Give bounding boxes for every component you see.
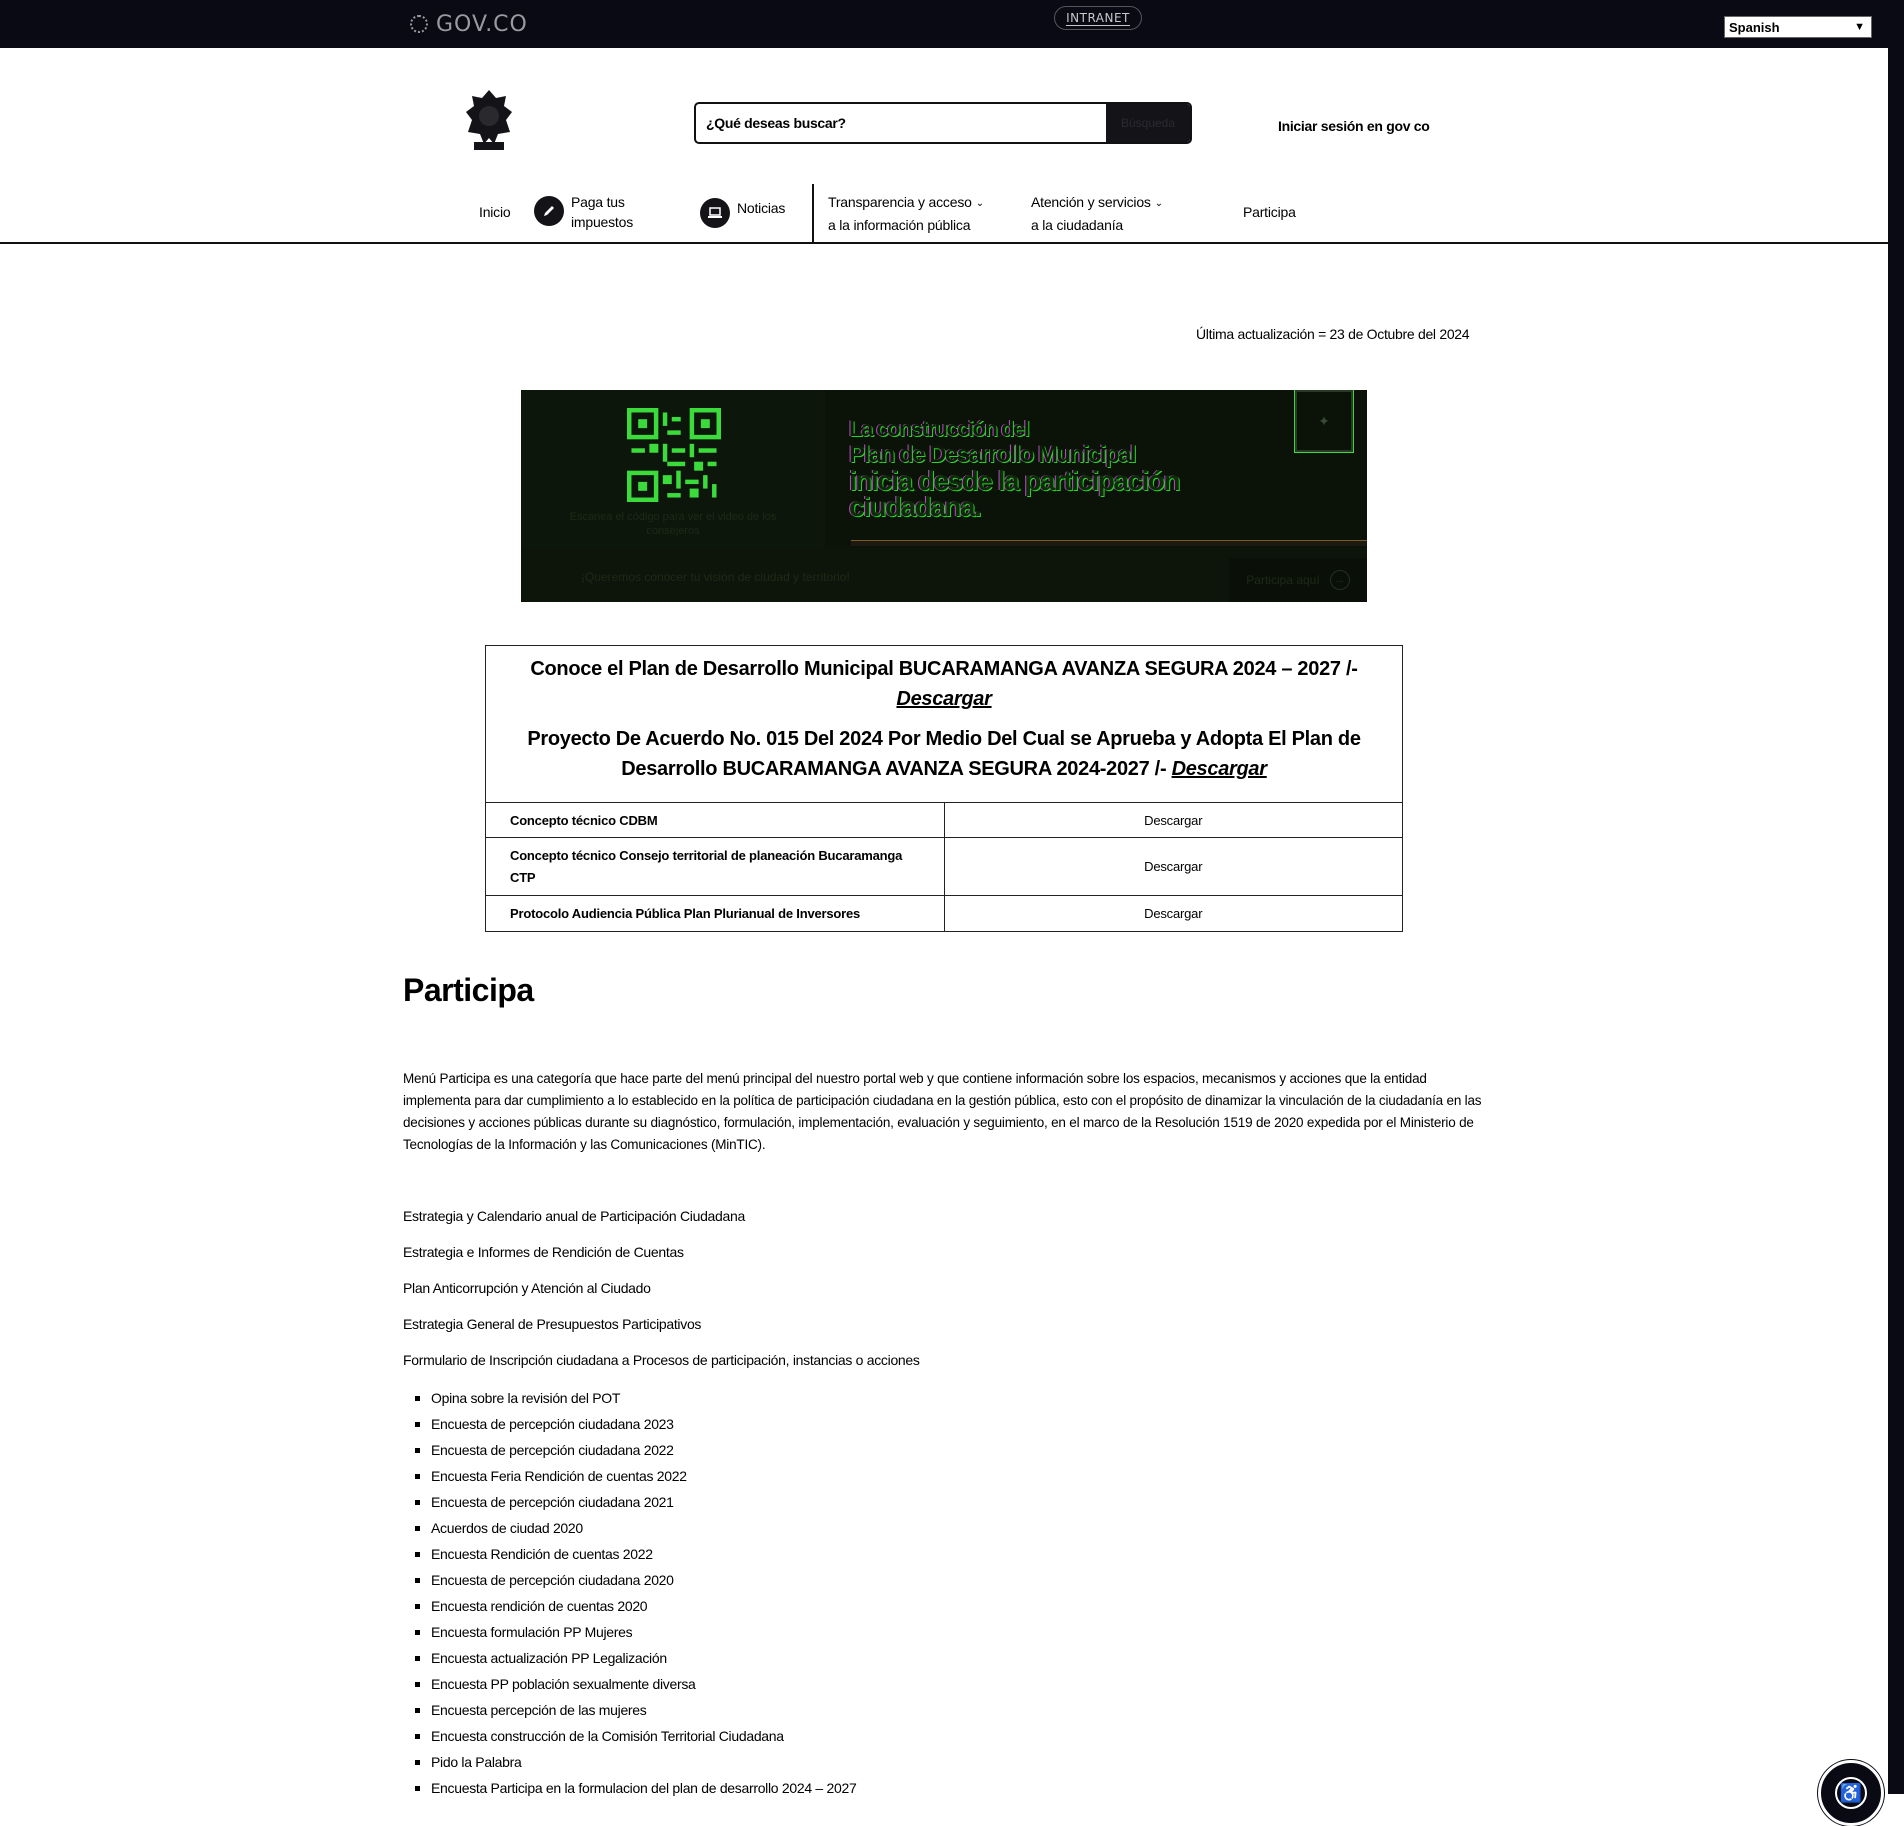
- nav-transparencia-line2: a la información pública: [828, 217, 971, 233]
- list-item[interactable]: Encuesta de percepción ciudadana 2022: [403, 1438, 856, 1464]
- participa-intro: Menú Participa es una categoría que hace…: [403, 1071, 1482, 1152]
- list-item[interactable]: Encuesta de percepción ciudadana 2020: [403, 1568, 856, 1594]
- list-item[interactable]: Encuesta actualización PP Legalización: [403, 1646, 856, 1672]
- nav-inicio[interactable]: Inicio: [479, 202, 511, 222]
- seal-icon: ✦: [1295, 390, 1353, 452]
- list-item[interactable]: Encuesta formulación PP Mujeres: [403, 1620, 856, 1646]
- list-item[interactable]: Encuesta rendición de cuentas 2020: [403, 1594, 856, 1620]
- list-item[interactable]: Opina sobre la revisión del POT: [403, 1386, 856, 1412]
- page-title: Participa: [403, 972, 534, 1008]
- plan-heading-1-text: Conoce el Plan de Desarrollo Municipal B…: [530, 658, 1358, 680]
- plan-heading-1: Conoce el Plan de Desarrollo Municipal B…: [512, 654, 1376, 714]
- language-value: Spanish: [1729, 19, 1780, 35]
- last-updated-text: Última actualización = 23 de Octubre del…: [1196, 326, 1470, 342]
- language-select[interactable]: Spanish ▼: [1724, 16, 1872, 38]
- nav-impuestos-line1: Paga tus: [571, 194, 625, 210]
- table-row: Protocolo Audiencia Pública Plan Plurian…: [486, 895, 1402, 931]
- participa-link[interactable]: Formulario de Inscripción ciudadana a Pr…: [403, 1350, 920, 1386]
- login-link[interactable]: Iniciar sesión en gov co: [1278, 118, 1430, 134]
- table-cell-label: Protocolo Audiencia Pública Plan Plurian…: [486, 895, 945, 931]
- participa-link[interactable]: Estrategia General de Presupuestos Parti…: [403, 1314, 920, 1350]
- nav-atencion-line1: Atención y servicios: [1031, 194, 1151, 210]
- chevron-down-icon: ⌄: [975, 198, 984, 209]
- list-item[interactable]: Encuesta Feria Rendición de cuentas 2022: [403, 1464, 856, 1490]
- banner-headline-line4: ciudadana.: [849, 491, 982, 522]
- chevron-down-icon: ⌄: [1154, 198, 1163, 209]
- main-nav: Inicio Paga tus impuestos Noticias Trans…: [0, 180, 1888, 244]
- participa-link[interactable]: Plan Anticorrupción y Atención al Ciudad…: [403, 1278, 920, 1314]
- arrow-right-icon: →: [1329, 570, 1350, 590]
- intranet-label: INTRANET: [1066, 10, 1130, 26]
- list-item[interactable]: Acuerdos de ciudad 2020: [403, 1516, 856, 1542]
- banner-qr-panel: Escanea el código para ver el video de l…: [521, 390, 825, 558]
- download-link[interactable]: Descargar: [944, 802, 1402, 838]
- participa-link[interactable]: Estrategia e Informes de Rendición de Cu…: [403, 1242, 920, 1278]
- list-item[interactable]: Encuesta Participa en la formulacion del…: [403, 1776, 857, 1802]
- list-item[interactable]: Encuesta percepción de las mujeres: [403, 1698, 856, 1724]
- participa-links: Estrategia y Calendario anual de Partici…: [403, 1206, 920, 1386]
- list-item[interactable]: Encuesta de percepción ciudadana 2021: [403, 1490, 856, 1516]
- plan-documents-table: Concepto técnico CDBM Descargar Concepto…: [486, 802, 1402, 931]
- intranet-button[interactable]: INTRANET: [1054, 6, 1142, 30]
- nav-divider: [812, 184, 814, 244]
- nav-atencion-line2: a la ciudadanía: [1031, 217, 1123, 233]
- qr-code-icon: [627, 408, 721, 502]
- download-link[interactable]: Descargar: [944, 895, 1402, 931]
- pencil-icon: [534, 196, 564, 226]
- survey-list: Opina sobre la revisión del POT Encuesta…: [403, 1386, 857, 1802]
- municipal-crest-logo[interactable]: [460, 88, 518, 154]
- table-row: Concepto técnico Consejo territorial de …: [486, 837, 1402, 896]
- gov-co-logo[interactable]: GOV.CO: [410, 10, 528, 38]
- development-plan-box: Conoce el Plan de Desarrollo Municipal B…: [485, 645, 1403, 932]
- chevron-down-icon: ▼: [1854, 21, 1865, 33]
- table-cell-label: Concepto técnico Consejo territorial de …: [486, 837, 945, 896]
- banner-divider: [851, 540, 1367, 546]
- nav-transparencia-line1: Transparencia y acceso: [828, 194, 972, 210]
- plan-heading-2-download-link[interactable]: Descargar: [1172, 758, 1267, 780]
- search-input[interactable]: ¿Qué deseas buscar?: [696, 104, 1106, 142]
- table-cell-label: Concepto técnico CDBM: [486, 802, 945, 838]
- accessibility-button[interactable]: ♿: [1818, 1760, 1884, 1826]
- gov-logo-icon: [410, 15, 428, 33]
- table-row: Concepto técnico CDBM Descargar: [486, 802, 1402, 838]
- download-link[interactable]: Descargar: [944, 837, 1402, 896]
- nav-participa[interactable]: Participa: [1243, 202, 1296, 222]
- qr-caption: Escanea el código para ver el video de l…: [569, 511, 777, 537]
- accessibility-icon: ♿: [1835, 1777, 1867, 1809]
- banner-cta-bar: ¡Queremos conocer tu visión de ciudad y …: [521, 548, 1367, 602]
- laptop-icon: [700, 198, 730, 228]
- plan-heading-2: Proyecto De Acuerdo No. 015 Del 2024 Por…: [512, 724, 1376, 784]
- list-item[interactable]: Encuesta Rendición de cuentas 2022: [403, 1542, 856, 1568]
- nav-impuestos-line2: impuestos: [571, 214, 634, 230]
- banner-participa-button[interactable]: Participa aquí →: [1229, 558, 1367, 602]
- nav-noticias[interactable]: Noticias: [737, 198, 785, 218]
- nav-transparencia[interactable]: Transparencia y acceso ⌄ a la información…: [828, 192, 984, 235]
- plan-headings: Conoce el Plan de Desarrollo Municipal B…: [486, 646, 1402, 802]
- participation-banner[interactable]: Escanea el código para ver el video de l…: [521, 390, 1367, 602]
- nav-impuestos[interactable]: Paga tus impuestos: [571, 192, 633, 232]
- list-item[interactable]: Encuesta PP población sexualmente divers…: [403, 1672, 856, 1698]
- banner-cta-text: ¡Queremos conocer tu visión de ciudad y …: [581, 570, 850, 584]
- search-button[interactable]: Búsqueda: [1106, 104, 1190, 142]
- banner-participa-label: Participa aquí: [1246, 573, 1320, 587]
- participa-link[interactable]: Estrategia y Calendario anual de Partici…: [403, 1206, 920, 1242]
- gov-top-bar: GOV.CO INTRANET Spanish ▼: [0, 0, 1888, 48]
- search-box: ¿Qué deseas buscar? Búsqueda: [694, 102, 1192, 144]
- banner-headline-line1: La construcción del: [849, 416, 1030, 441]
- gov-logo-text: GOV.CO: [436, 11, 528, 37]
- page-scrollbar[interactable]: [1888, 0, 1904, 1794]
- list-item[interactable]: Encuesta construcción de la Comisión Ter…: [403, 1724, 856, 1750]
- nav-atencion[interactable]: Atención y servicios ⌄ a la ciudadanía: [1031, 192, 1163, 235]
- plan-heading-1-download-link[interactable]: Descargar: [896, 688, 991, 710]
- banner-headline: La construcción del Plan de Desarrollo M…: [849, 416, 1269, 522]
- list-item[interactable]: Encuesta de percepción ciudadana 2023: [403, 1412, 856, 1438]
- list-item[interactable]: Pido la Palabra: [403, 1750, 856, 1776]
